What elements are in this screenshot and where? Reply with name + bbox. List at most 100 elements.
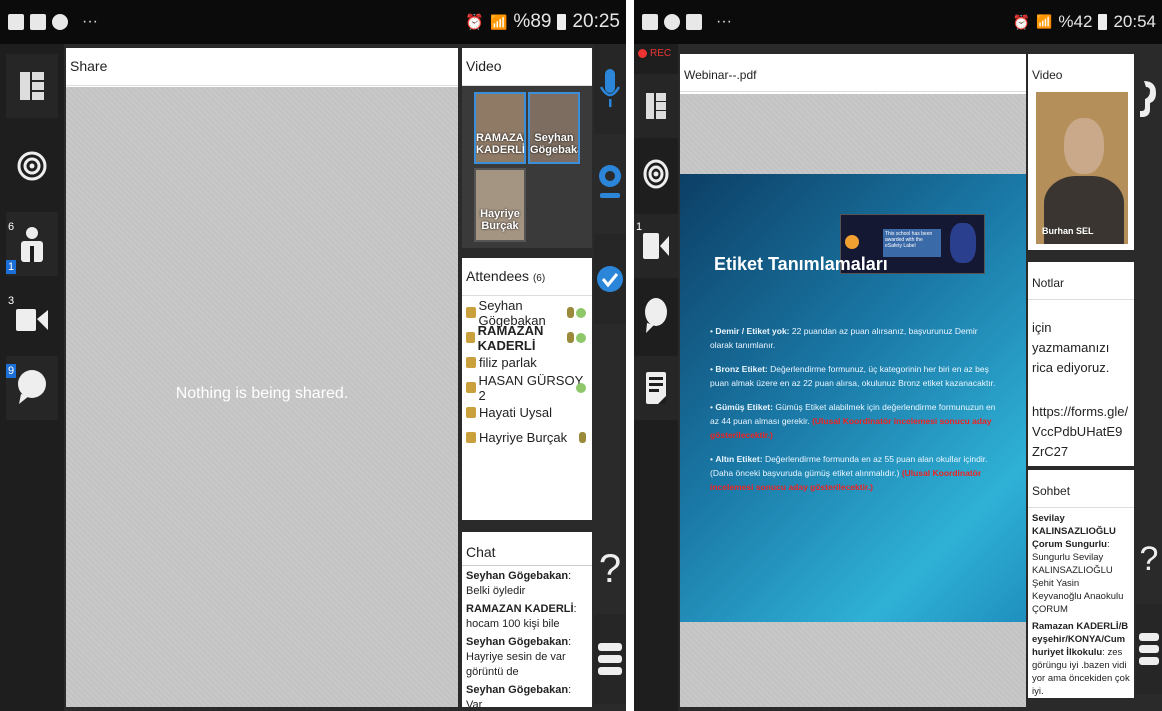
video-camera-icon <box>16 309 48 331</box>
chat-message: Seyhan Gögebakan: Hayriye sesin de var g… <box>466 636 572 678</box>
microphone-button[interactable] <box>594 44 626 134</box>
left-screenshot: ··· ⏰ 📶 %89 20:25 6 1 3 9 Share Nothing … <box>0 0 626 711</box>
participants-count: 6 <box>8 221 15 233</box>
layout-icon <box>20 72 44 100</box>
chat-message: RAMAZAN KADERLİ: hocam 100 kişi bile <box>466 603 577 630</box>
attendees-count: (6) <box>532 273 546 284</box>
clock: 20:54 <box>1113 12 1156 31</box>
slide-bullet: • Demir / Etiket yok: 22 puandan az puan… <box>710 326 978 350</box>
status-icon <box>576 332 586 343</box>
video-tile[interactable]: Burhan SEL <box>1036 92 1128 244</box>
clock: 20:25 <box>572 11 620 32</box>
chat-message: Seyhan Gögebakan: Var <box>466 684 572 711</box>
video-title: Video <box>462 48 592 86</box>
left-sidebar: 6 1 3 9 <box>0 44 64 711</box>
presentation-slide: This school has been awarded with the eS… <box>680 174 1026 622</box>
video-tile[interactable]: RAMAZAN KADERLİ <box>474 92 526 164</box>
shield-icon <box>950 223 976 263</box>
status-icon <box>576 382 586 393</box>
attendee-item[interactable]: Hayriye Burçak <box>466 425 588 450</box>
chat-title: Chat <box>462 532 592 566</box>
attendees-title: Attendees (6) <box>462 258 592 296</box>
notes-panel: Notlar için yazmamanızı rica ediyoruz. h… <box>1028 262 1134 466</box>
mic-icon <box>567 332 574 343</box>
status-button[interactable] <box>594 234 626 324</box>
right-screenshot: ··· ⏰ 📶 %42 20:54 REC 1 Webinar--.pdf Th… <box>634 0 1162 711</box>
attendee-name: Hayati Uysal <box>479 405 552 420</box>
share-title: Share <box>66 48 458 86</box>
chat-panel: Chat Seyhan Gögebakan: Belki öyledir RAM… <box>462 532 592 711</box>
share-area: Nothing is being shared. <box>66 87 458 707</box>
esafety-banner-text: This school has been awarded with the eS… <box>883 229 941 257</box>
chat-message: Ramazan KADERLİ/Beyşehir/KONYA/Cumhuriye… <box>1032 621 1130 697</box>
sohbet-panel: Sohbet Sevilay KALINSAZLIOĞLU Çorum Sung… <box>1028 470 1134 698</box>
target-icon <box>17 151 47 181</box>
hamburger-menu-icon <box>598 643 622 675</box>
more-notifications-icon: ··· <box>82 13 98 30</box>
notes-button[interactable] <box>634 356 678 420</box>
menu-button[interactable] <box>594 614 626 704</box>
participants-badge: 1 <box>6 260 17 274</box>
sohbet-title: Sohbet <box>1028 470 1134 508</box>
menu-button[interactable] <box>1136 604 1162 694</box>
slide-bullet: • Bronz Etiket: Değerlendirme formunuz, … <box>710 364 996 388</box>
document-panel-header: Webinar--.pdf <box>680 54 1026 94</box>
video-count: 3 <box>8 295 15 307</box>
attendee-item[interactable]: Seyhan Gögebakan <box>466 298 588 328</box>
video-tile[interactable]: Hayriye Burçak <box>474 168 526 242</box>
speaker-button[interactable] <box>1136 44 1162 154</box>
user-icon <box>466 382 476 393</box>
battery-percent: %42 <box>1058 12 1093 31</box>
notes-link[interactable]: https://forms.gle/VccPdbUHatE9ZrC27 <box>1032 402 1130 462</box>
layout-button[interactable] <box>634 74 678 138</box>
participant-face <box>1064 118 1104 174</box>
attendees-panel: Attendees (6) Seyhan Gögebakan RAMAZAN K… <box>462 258 592 520</box>
app-icon <box>664 14 680 30</box>
help-button[interactable]: ? <box>594 524 626 614</box>
slide-bullets: • Demir / Etiket yok: 22 puandan az puan… <box>710 324 1000 504</box>
badge-icon <box>845 235 859 249</box>
attendee-item[interactable]: RAMAZAN KADERLİ <box>466 323 588 353</box>
attendee-item[interactable]: HASAN GÜRSOY 2 <box>466 373 588 403</box>
chat-messages: Seyhan Gögebakan: Belki öyledir RAMAZAN … <box>462 566 592 711</box>
video-panel: Video RAMAZAN KADERLİ Seyhan Gögebakan H… <box>462 48 592 248</box>
notes-icon <box>646 372 666 404</box>
chat-button[interactable] <box>634 284 678 348</box>
target-button[interactable] <box>6 134 58 198</box>
record-icon <box>638 49 647 58</box>
chat-message: Sevilay KALINSAZLIOĞLU Çorum Sungurlu: S… <box>1032 513 1124 615</box>
status-icon <box>576 307 586 318</box>
target-button[interactable] <box>634 142 678 206</box>
chat-bubble-icon <box>645 298 667 333</box>
video-tile-name: Burhan SEL <box>1042 226 1094 236</box>
chat-badge: 9 <box>6 364 17 378</box>
facebook-icon <box>686 14 702 30</box>
video-tile-name: Seyhan Gögebakan <box>530 132 578 156</box>
left-sidebar: REC 1 <box>634 44 678 711</box>
webcam-icon <box>599 165 621 198</box>
facebook-icon <box>30 14 46 30</box>
notes-body[interactable]: için yazmamanızı rica ediyoruz. https://… <box>1028 300 1134 466</box>
video-tile[interactable]: Seyhan Gögebakan <box>528 92 580 164</box>
document-area: This school has been awarded with the eS… <box>680 94 1026 707</box>
battery-icon <box>557 14 567 30</box>
notes-title: Notlar <box>1028 262 1134 300</box>
wifi-icon: 📶 <box>489 13 508 30</box>
video-tile-name: RAMAZAN KADERLİ <box>476 132 525 156</box>
user-icon <box>466 432 476 443</box>
attendee-item[interactable]: filiz parlak <box>466 350 588 375</box>
microphone-icon <box>600 69 620 107</box>
attendee-name: filiz parlak <box>479 355 537 370</box>
video-tile-name: Hayriye Burçak <box>480 208 520 232</box>
person-icon <box>21 227 43 262</box>
attendee-name: Hayriye Burçak <box>479 430 568 445</box>
layout-button[interactable] <box>6 54 58 118</box>
attendee-item[interactable]: Hayati Uysal <box>466 400 588 425</box>
webcam-button[interactable] <box>594 138 626 228</box>
video-panel: Video Burhan SEL <box>1028 54 1134 250</box>
attendees-list: Seyhan Gögebakan RAMAZAN KADERLİ filiz p… <box>462 296 592 454</box>
checkmark-icon <box>597 266 623 292</box>
help-button[interactable]: ? <box>1136 514 1162 604</box>
rec-label: REC <box>650 48 672 59</box>
layout-icon <box>646 93 666 119</box>
